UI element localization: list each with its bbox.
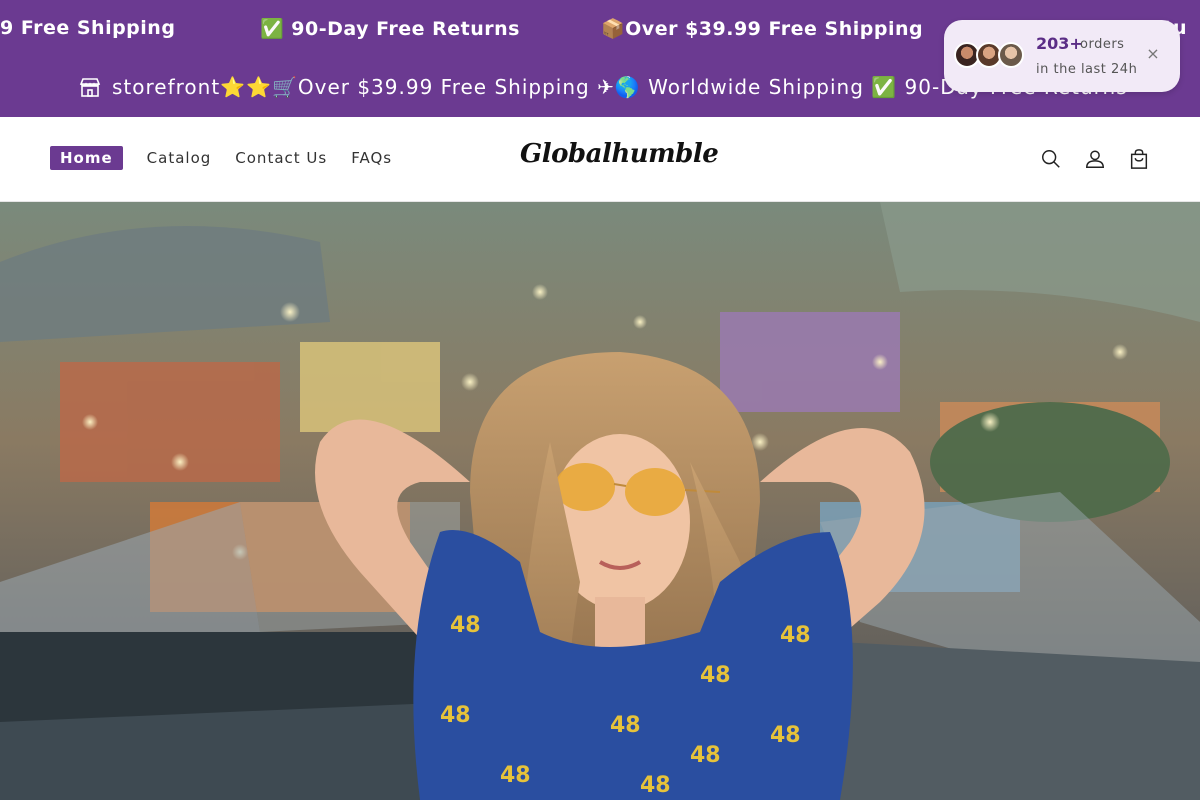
orders-popup: 203+ orders in the last 24h × bbox=[944, 20, 1180, 92]
svg-text:48: 48 bbox=[500, 763, 531, 788]
account-icon[interactable] bbox=[1084, 147, 1106, 171]
svg-text:48: 48 bbox=[700, 663, 731, 688]
marquee-item: 9 Free Shipping bbox=[0, 17, 176, 39]
nav-item-catalog[interactable]: Catalog bbox=[147, 146, 212, 170]
site-logo[interactable]: Globalhumble bbox=[520, 139, 719, 169]
svg-text:48: 48 bbox=[780, 623, 811, 648]
close-icon[interactable]: × bbox=[1144, 45, 1162, 63]
svg-text:48: 48 bbox=[610, 713, 641, 738]
hero-image: 48 48 48 48 48 48 48 48 48 bbox=[0, 202, 1200, 800]
nav-item-faqs[interactable]: FAQs bbox=[351, 146, 392, 170]
orders-label: orders bbox=[1080, 37, 1125, 52]
site-header: Home Catalog Contact Us FAQs Globalhumbl… bbox=[0, 117, 1200, 202]
svg-text:48: 48 bbox=[450, 613, 481, 638]
main-nav: Home Catalog Contact Us FAQs bbox=[50, 146, 416, 170]
svg-text:48: 48 bbox=[690, 743, 721, 768]
cart-icon[interactable] bbox=[1128, 147, 1150, 171]
nav-item-home[interactable]: Home bbox=[50, 146, 123, 170]
search-icon[interactable] bbox=[1040, 147, 1062, 171]
header-icons bbox=[1040, 147, 1150, 171]
marquee-item: 📦Over $39.99 Free Shipping bbox=[601, 18, 924, 40]
store-icon bbox=[79, 78, 101, 97]
hero-photo: 48 48 48 48 48 48 48 48 48 bbox=[0, 202, 1200, 800]
svg-text:48: 48 bbox=[640, 773, 671, 798]
svg-text:48: 48 bbox=[770, 723, 801, 748]
nav-item-contact[interactable]: Contact Us bbox=[235, 146, 327, 170]
orders-subtext: in the last 24h bbox=[1036, 62, 1138, 77]
orders-count: 203+ bbox=[1036, 34, 1083, 53]
avatar bbox=[998, 42, 1024, 68]
svg-text:48: 48 bbox=[440, 703, 471, 728]
marquee-item: ✅ 90-Day Free Returns bbox=[260, 18, 520, 40]
